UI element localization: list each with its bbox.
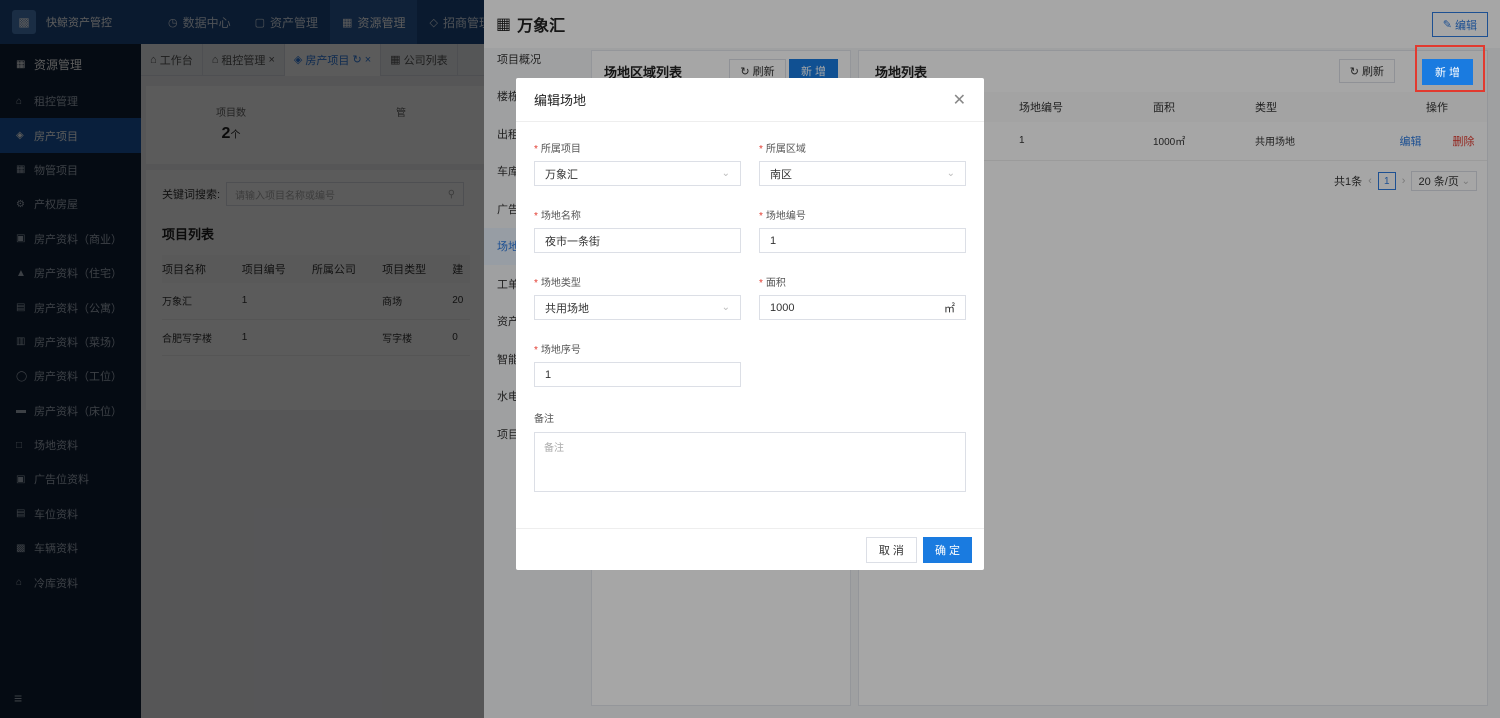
field-site-code: * 场地编号 1 xyxy=(759,207,966,253)
dialog-footer: 取 消 确 定 xyxy=(516,528,984,570)
field-site-name: * 场地名称 夜市一条街 xyxy=(534,207,741,253)
field-order: * 场地序号 1 xyxy=(534,341,741,387)
zone-select[interactable]: 南区 ⌄ xyxy=(759,161,966,186)
project-select[interactable]: 万象汇 ⌄ xyxy=(534,161,741,186)
chevron-down-icon: ⌄ xyxy=(946,168,955,179)
chevron-down-icon: ⌄ xyxy=(721,168,730,179)
site-type-select[interactable]: 共用场地 ⌄ xyxy=(534,295,741,320)
site-name-input[interactable]: 夜市一条街 xyxy=(534,228,741,253)
close-icon[interactable]: ✕ xyxy=(953,90,966,110)
site-code-input[interactable]: 1 xyxy=(759,228,966,253)
chevron-down-icon: ⌄ xyxy=(721,302,730,313)
area-unit: ㎡ xyxy=(944,302,955,315)
order-input[interactable]: 1 xyxy=(534,362,741,387)
confirm-button[interactable]: 确 定 xyxy=(922,536,972,563)
area-input[interactable]: 1000 ㎡ xyxy=(759,295,966,320)
field-area: * 面积 1000 ㎡ xyxy=(759,274,966,320)
field-site-type: * 场地类型 共用场地 ⌄ xyxy=(534,274,741,320)
remark-textarea[interactable]: 备注 xyxy=(534,432,966,492)
dialog-title: 编辑场地 xyxy=(534,93,587,108)
field-remark: 备注 xyxy=(534,414,554,425)
cancel-button[interactable]: 取 消 xyxy=(865,536,917,563)
edit-site-dialog: 编辑场地 ✕ * 所属项目 万象汇 ⌄ * 所属区域 南区 ⌄ * 场地名称 夜市一条街 … xyxy=(516,78,984,570)
highlight-box xyxy=(1415,45,1485,92)
field-zone: * 所属区域 南区 ⌄ xyxy=(759,140,966,186)
field-project: * 所属项目 万象汇 ⌄ xyxy=(534,140,741,186)
